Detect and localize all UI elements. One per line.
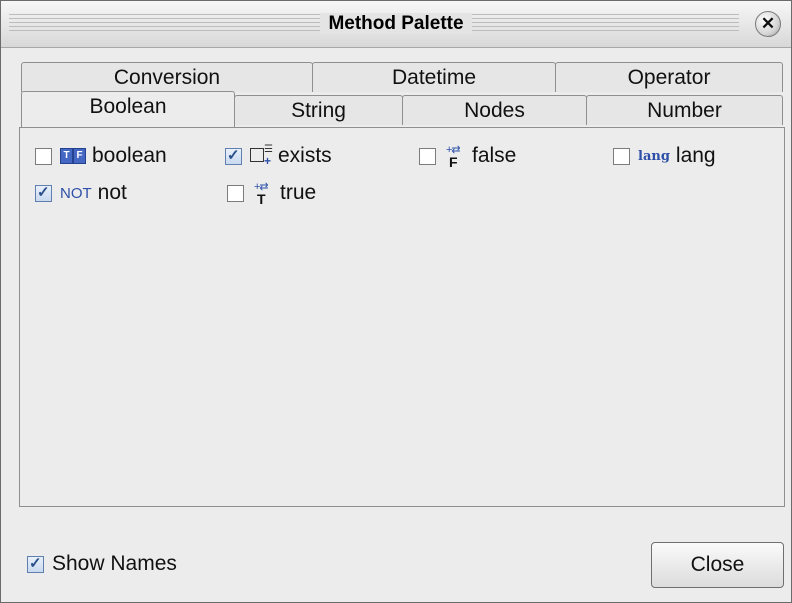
not-checkbox[interactable] <box>35 183 52 202</box>
method-item-true[interactable]: +⇄ T true <box>227 179 316 207</box>
methods-panel <box>19 127 785 507</box>
tab-datetime[interactable]: Datetime <box>312 62 556 92</box>
false-checkbox[interactable] <box>419 147 436 165</box>
true-checkbox[interactable] <box>227 184 244 202</box>
method-item-false[interactable]: +⇄ F false <box>419 142 516 170</box>
title-bar[interactable]: Method Palette ✕ <box>1 1 791 48</box>
tab-string[interactable]: String <box>234 95 403 125</box>
tab-nodes[interactable]: Nodes <box>402 95 587 125</box>
method-label: not <box>97 181 127 204</box>
false-icon: +⇄ F <box>446 144 461 170</box>
method-item-exists[interactable]: ☰+ exists <box>225 142 332 170</box>
method-label: boolean <box>92 144 167 167</box>
not-icon: NOT <box>60 184 92 202</box>
true-icon: +⇄ T <box>254 181 269 207</box>
close-button[interactable]: Close <box>651 542 784 588</box>
method-label: lang <box>675 144 716 167</box>
exists-icon: ☰ + <box>250 144 273 168</box>
method-item-boolean[interactable]: TF boolean <box>35 142 167 170</box>
tab-conversion[interactable]: Conversion <box>21 62 313 92</box>
lang-checkbox[interactable] <box>613 147 630 165</box>
exists-checkbox[interactable] <box>225 146 242 165</box>
window-title: Method Palette <box>1 13 791 35</box>
tf-icon: TF <box>60 148 86 164</box>
method-label: false <box>472 144 517 167</box>
boolean-checkbox[interactable] <box>35 147 52 165</box>
show-names-label: Show Names <box>52 552 177 575</box>
close-icon[interactable]: ✕ <box>755 11 781 37</box>
show-names-toggle[interactable]: Show Names <box>27 552 177 576</box>
method-label: exists <box>278 144 332 167</box>
tab-boolean[interactable]: Boolean <box>21 91 235 127</box>
method-item-lang[interactable]: lang lang <box>613 142 716 170</box>
tab-operator[interactable]: Operator <box>555 62 783 92</box>
method-label: true <box>280 181 317 204</box>
show-names-checkbox[interactable] <box>27 554 44 573</box>
method-palette-window: Method Palette ✕ Conversion Datetime Ope… <box>0 0 792 603</box>
method-item-not[interactable]: NOT not <box>35 179 127 207</box>
lang-icon: lang <box>638 148 670 164</box>
tab-number[interactable]: Number <box>586 95 783 125</box>
